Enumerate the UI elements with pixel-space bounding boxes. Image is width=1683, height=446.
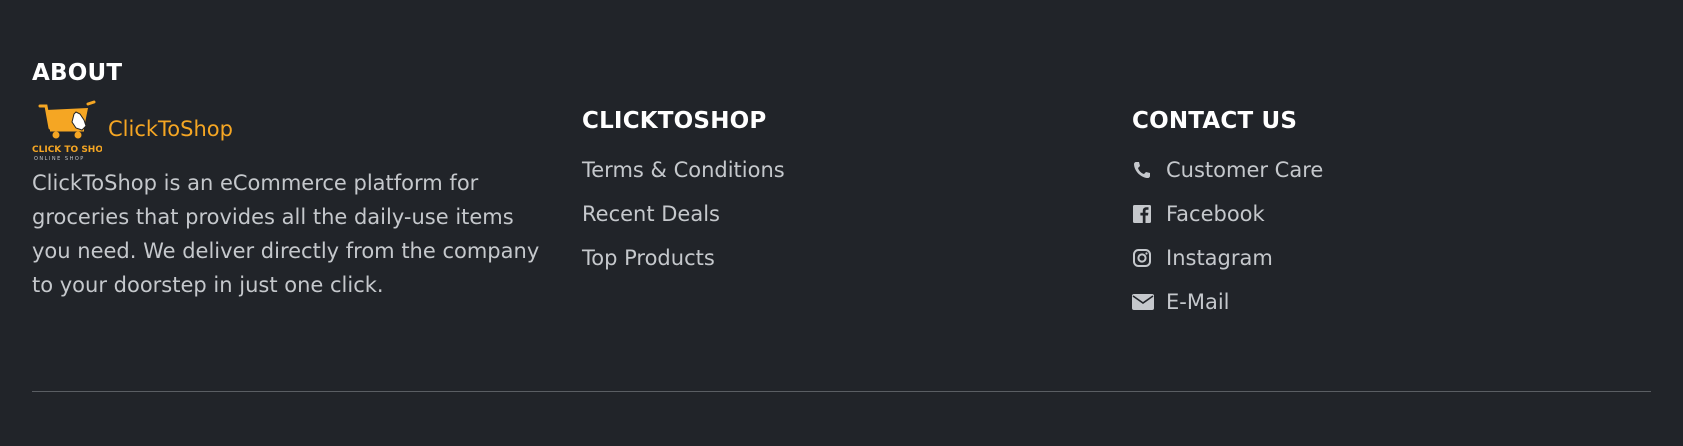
about-section: ABOUT CLICK TO SHOP ONLINE SHOP ClickToS… (32, 58, 552, 302)
contact-list: Customer Care Facebook Instagram E-Mail (1132, 148, 1652, 324)
phone-icon (1132, 160, 1152, 180)
links-heading: CLICKTOSHOP (582, 108, 767, 134)
link-terms-conditions[interactable]: Terms & Conditions (582, 148, 1102, 192)
contact-label: E-Mail (1166, 290, 1230, 314)
svg-text:CLICK TO SHOP: CLICK TO SHOP (32, 145, 102, 155)
contact-heading: CONTACT US (1132, 108, 1298, 134)
contact-customer-care[interactable]: Customer Care (1132, 148, 1652, 192)
links-list: Terms & Conditions Recent Deals Top Prod… (582, 148, 1102, 280)
contact-section: CONTACT US Customer Care Facebook Instag… (1132, 106, 1652, 324)
clicktoshop-logo: CLICK TO SHOP ONLINE SHOP (32, 100, 110, 162)
contact-email[interactable]: E-Mail (1132, 280, 1652, 324)
brand-name[interactable]: ClickToShop (108, 117, 233, 141)
contact-label: Customer Care (1166, 158, 1324, 182)
about-description: ClickToShop is an eCommerce platform for… (32, 171, 540, 297)
envelope-icon (1132, 292, 1154, 312)
brand[interactable]: CLICK TO SHOP ONLINE SHOP ClickToShop (32, 100, 552, 162)
contact-label: Facebook (1166, 202, 1265, 226)
link-top-products[interactable]: Top Products (582, 236, 1102, 280)
facebook-icon (1132, 204, 1152, 224)
links-section: CLICKTOSHOP Terms & Conditions Recent De… (582, 106, 1102, 280)
contact-instagram[interactable]: Instagram (1132, 236, 1652, 280)
contact-facebook[interactable]: Facebook (1132, 192, 1652, 236)
footer-divider (32, 391, 1651, 392)
site-footer: ABOUT CLICK TO SHOP ONLINE SHOP ClickToS… (0, 0, 1683, 446)
instagram-icon (1132, 248, 1152, 268)
contact-label: Instagram (1166, 246, 1273, 270)
svg-text:ONLINE SHOP: ONLINE SHOP (34, 156, 85, 162)
about-heading: ABOUT (32, 60, 123, 86)
link-recent-deals[interactable]: Recent Deals (582, 192, 1102, 236)
